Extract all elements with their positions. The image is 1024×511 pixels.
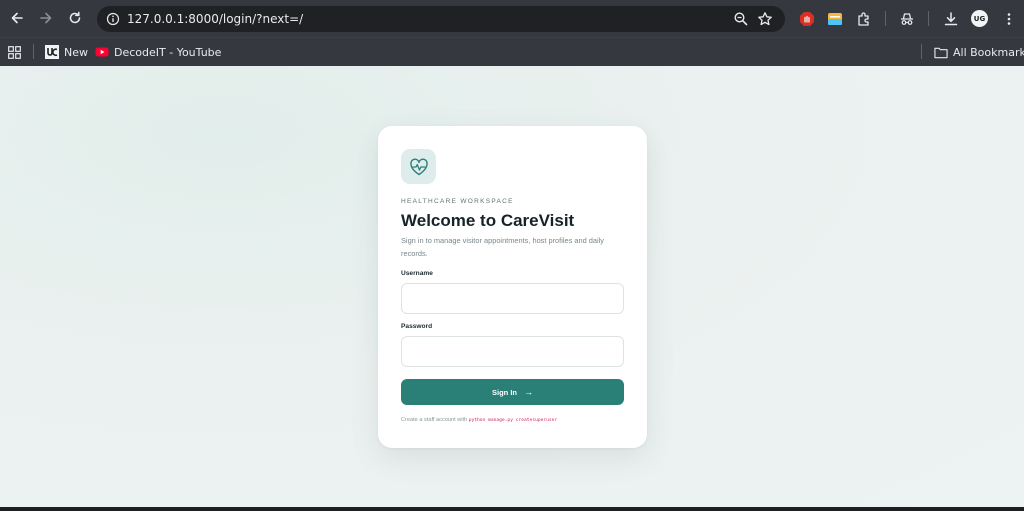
- forward-button[interactable]: [36, 8, 56, 28]
- toolbar-separator: [928, 11, 929, 26]
- bookmark-label: DecodeIT - YouTube: [114, 45, 222, 59]
- download-icon[interactable]: [942, 10, 959, 27]
- app-logo: [401, 149, 436, 184]
- arrow-right-icon: [40, 12, 52, 24]
- username-input[interactable]: [401, 283, 624, 314]
- youtube-icon: [95, 45, 109, 59]
- bookmark-star-icon[interactable]: [757, 11, 773, 27]
- arrow-left-icon: [11, 12, 23, 24]
- window-bottom-edge: [0, 507, 1024, 511]
- sign-in-label: Sign In: [492, 387, 517, 397]
- incognito-spy-icon[interactable]: [898, 10, 915, 27]
- apps-grid-icon: [8, 45, 21, 59]
- back-button[interactable]: [7, 8, 27, 28]
- folder-icon: [934, 45, 948, 59]
- password-label: Password: [401, 323, 433, 330]
- bookmarks-bar: New DecodeIT - YouTube All Bookmarks: [0, 37, 1024, 66]
- bookmark-item-decodeit[interactable]: DecodeIT - YouTube: [95, 44, 221, 60]
- login-page: HEALTHCARE WORKSPACE Welcome to CareVisi…: [0, 66, 1024, 507]
- bookmark-separator: [33, 44, 34, 59]
- page-title: Welcome to CareVisit: [401, 211, 575, 230]
- apps-grid-button[interactable]: [8, 44, 21, 60]
- hint-command: python manage.py createsuperuser: [468, 418, 558, 423]
- uc-logo-icon: [45, 45, 59, 59]
- zoom-icon[interactable]: [733, 11, 749, 27]
- bookmark-separator: [921, 44, 922, 59]
- address-bar[interactable]: 127.0.0.1:8000/login/?next=/: [97, 6, 785, 32]
- reload-button[interactable]: [65, 8, 85, 28]
- url-text[interactable]: 127.0.0.1:8000/login/?next=/: [127, 11, 303, 27]
- setup-hint: Create a staff account with python manag…: [401, 417, 557, 423]
- all-bookmarks-button[interactable]: All Bookmarks: [934, 44, 1024, 60]
- sign-in-button[interactable]: Sign In →: [401, 379, 624, 405]
- password-input[interactable]: [401, 336, 624, 367]
- hint-text: Create a staff account with: [401, 417, 468, 423]
- login-card: HEALTHCARE WORKSPACE Welcome to CareVisi…: [378, 126, 647, 448]
- reload-icon: [69, 11, 81, 24]
- profile-avatar[interactable]: UG: [971, 10, 988, 27]
- extension-colorful-icon[interactable]: [826, 10, 843, 27]
- arrow-right-icon: →: [524, 387, 533, 397]
- browser-toolbar: 127.0.0.1:8000/login/?next=/ UG: [0, 0, 1024, 37]
- menu-kebab-icon[interactable]: [1000, 10, 1017, 27]
- site-info-icon[interactable]: [105, 11, 121, 27]
- username-label: Username: [401, 270, 433, 277]
- extension-adblock-icon[interactable]: [798, 10, 815, 27]
- eyebrow-label: HEALTHCARE WORKSPACE: [401, 198, 514, 205]
- all-bookmarks-label: All Bookmarks: [953, 45, 1024, 59]
- bookmark-label: New: [64, 45, 88, 59]
- heart-pulse-icon: [409, 158, 428, 175]
- extensions-puzzle-icon[interactable]: [855, 10, 872, 27]
- toolbar-separator: [885, 11, 886, 26]
- bookmark-item-new[interactable]: New: [45, 44, 88, 60]
- page-subtitle: Sign in to manage visitor appointments, …: [401, 236, 604, 258]
